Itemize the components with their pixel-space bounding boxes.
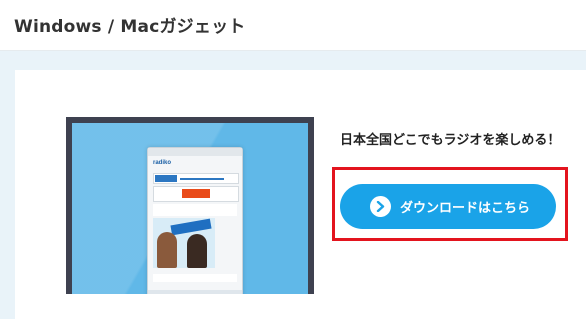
page-header: Windows / Macガジェット — [0, 0, 586, 51]
radiko-logo: radiko — [153, 160, 172, 166]
download-button[interactable]: ダウンロードはこちら — [340, 184, 556, 229]
laptop-screen-illustration: radiko — [66, 117, 314, 294]
chevron-right-icon — [370, 196, 391, 217]
program-photo — [153, 218, 215, 268]
station-logo — [182, 189, 210, 198]
promo-tagline: 日本全国どこでもラジオを楽しめる！ — [340, 133, 561, 148]
desktop-wallpaper: radiko — [72, 123, 308, 294]
player-bar — [153, 173, 239, 184]
program-info — [153, 204, 237, 216]
radiko-gadget-illustration: radiko — [147, 147, 243, 294]
page-title: Windows / Macガジェット — [14, 17, 246, 37]
download-button-label: ダウンロードはこちら — [400, 201, 531, 216]
station-logo-area — [153, 186, 239, 202]
